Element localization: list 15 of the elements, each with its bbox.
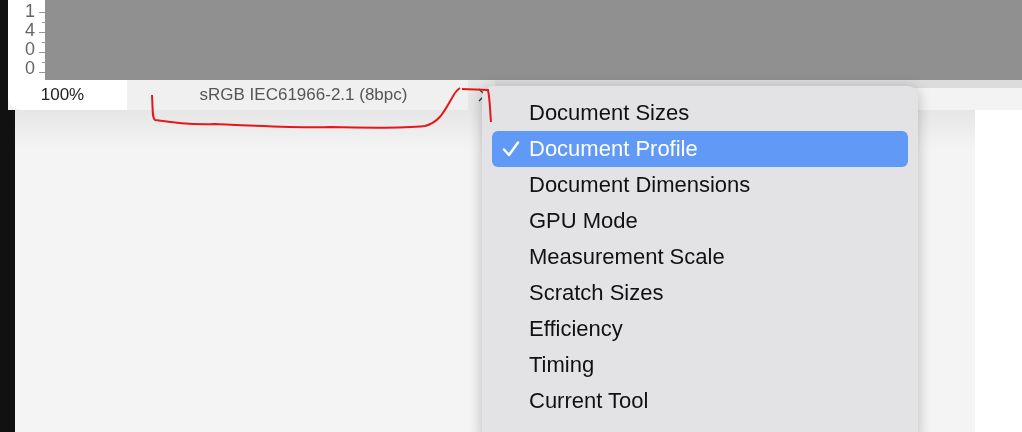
menu-item[interactable]: Scratch Sizes — [492, 275, 908, 311]
menu-item[interactable]: Timing — [492, 347, 908, 383]
menu-item[interactable]: Efficiency — [492, 311, 908, 347]
menu-item[interactable]: Document Sizes — [492, 95, 908, 131]
menu-item[interactable]: Document Dimensions — [492, 167, 908, 203]
checkmark-icon — [502, 141, 520, 157]
menu-item[interactable]: GPU Mode — [492, 203, 908, 239]
menu-item[interactable]: Measurement Scale — [492, 239, 908, 275]
ruler-digit: 4 — [25, 21, 35, 40]
ruler-digit: 1 — [25, 2, 35, 21]
document-profile-text: sRGB IEC61966-2.1 (8bpc) — [198, 84, 409, 106]
ruler-digit: 0 — [25, 59, 35, 78]
ruler-digit: 0 — [25, 40, 35, 59]
zoom-field[interactable]: 100% — [8, 80, 127, 110]
menu-item[interactable]: Current Tool — [492, 383, 908, 419]
